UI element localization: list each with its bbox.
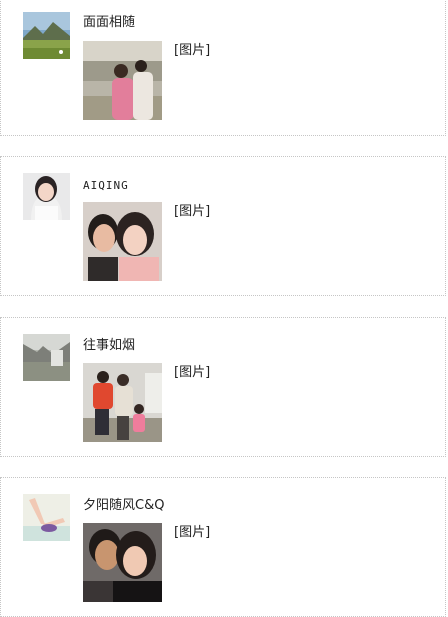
post-card[interactable]: 夕阳随风C&Q [图片]	[0, 477, 446, 617]
author-name[interactable]: 面面相随	[83, 15, 135, 31]
image-placeholder-text: [图片]	[174, 525, 211, 540]
landscape-avatar-icon[interactable]	[23, 12, 70, 59]
author-name[interactable]: 夕阳随风C&Q	[83, 498, 164, 514]
family-group-photo-icon[interactable]	[83, 363, 162, 442]
post-card[interactable]: AIQING [图片]	[0, 156, 446, 296]
author-name[interactable]: AIQING	[83, 178, 129, 194]
couple-selfie-photo-icon[interactable]	[83, 202, 162, 281]
street-scene-avatar-icon[interactable]	[23, 334, 70, 381]
couple-kiss-photo-icon[interactable]	[83, 523, 162, 602]
post-card[interactable]: 往事如烟 [图片]	[0, 317, 446, 457]
image-placeholder-text: [图片]	[174, 365, 211, 380]
image-placeholder-text: [图片]	[174, 204, 211, 219]
post-card[interactable]: 面面相随 [图片]	[0, 0, 446, 136]
woman-portrait-avatar-icon[interactable]	[23, 173, 70, 220]
couple-outdoor-photo-icon[interactable]	[83, 41, 162, 120]
image-placeholder-text: [图片]	[174, 43, 211, 58]
author-name[interactable]: 往事如烟	[83, 338, 135, 354]
yoga-pose-avatar-icon[interactable]	[23, 494, 70, 541]
